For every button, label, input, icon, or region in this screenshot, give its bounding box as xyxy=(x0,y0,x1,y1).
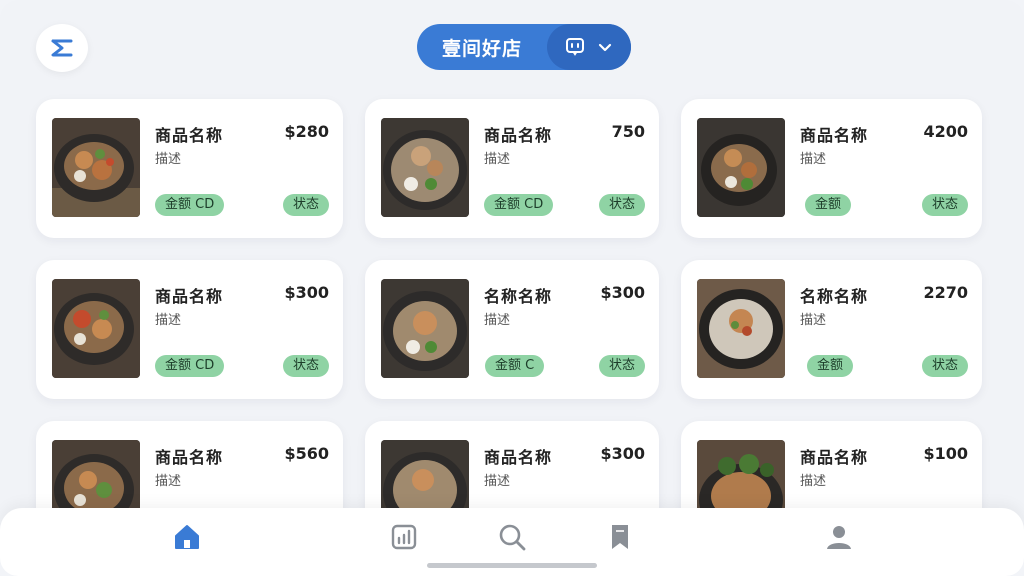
chart-icon xyxy=(391,524,417,550)
nav-home[interactable] xyxy=(172,522,202,552)
menu-icon xyxy=(51,39,73,57)
status-badge[interactable]: 状态 xyxy=(282,194,329,216)
amount-badge: 金额 xyxy=(805,194,852,216)
product-price: $560 xyxy=(284,444,329,463)
product-card[interactable]: 商品名称 $300 描述 金额 CD 状态 xyxy=(36,260,343,399)
product-image xyxy=(52,279,140,378)
product-image xyxy=(381,279,469,378)
nav-chart[interactable] xyxy=(389,522,419,552)
status-badge[interactable]: 状态 xyxy=(598,355,645,377)
product-image xyxy=(381,118,469,217)
nav-search[interactable] xyxy=(497,522,527,552)
status-badge[interactable]: 状态 xyxy=(921,194,968,216)
product-name: 商品名称 xyxy=(155,126,224,145)
product-description: 描述 xyxy=(155,474,182,489)
search-icon xyxy=(499,524,526,551)
product-description: 描述 xyxy=(800,474,827,489)
bookmark-icon xyxy=(612,525,628,549)
profile-icon xyxy=(827,526,851,549)
amount-badge: 金额 CD xyxy=(484,194,554,216)
product-description: 描述 xyxy=(800,152,827,167)
product-card[interactable]: 商品名称 750 描述 金额 CD 状态 xyxy=(365,99,659,238)
home-indicator[interactable] xyxy=(427,563,597,568)
chat-icon xyxy=(566,38,584,56)
product-price: $300 xyxy=(600,283,645,302)
product-card[interactable]: 名称名称 2270 描述 金额 状态 xyxy=(681,260,982,399)
product-price: $100 xyxy=(923,444,968,463)
product-description: 描述 xyxy=(484,313,511,328)
amount-badge: 金额 C xyxy=(485,355,545,377)
product-description: 描述 xyxy=(484,152,511,167)
status-badge[interactable]: 状态 xyxy=(921,355,968,377)
product-grid: 商品名称 $280 描述 金额 CD 状态 商品名称 750 描述 金额 CD … xyxy=(36,99,982,560)
product-price: $300 xyxy=(600,444,645,463)
product-price: $280 xyxy=(284,122,329,141)
product-card[interactable]: 商品名称 $280 描述 金额 CD 状态 xyxy=(36,99,343,238)
product-description: 描述 xyxy=(155,152,182,167)
product-image xyxy=(52,118,140,217)
chevron-down-icon xyxy=(598,43,612,52)
product-image xyxy=(697,279,785,378)
product-name: 商品名称 xyxy=(484,448,553,467)
product-price: $300 xyxy=(284,283,329,302)
store-selector[interactable]: 壹间好店 xyxy=(417,24,631,70)
status-badge[interactable]: 状态 xyxy=(282,355,329,377)
product-name: 商品名称 xyxy=(484,126,553,145)
product-name: 商品名称 xyxy=(155,448,224,467)
product-card[interactable]: 名称名称 $300 描述 金额 C 状态 xyxy=(365,260,659,399)
nav-profile[interactable] xyxy=(824,522,854,552)
home-icon xyxy=(175,525,199,549)
store-dropdown-toggle[interactable] xyxy=(547,24,631,70)
product-description: 描述 xyxy=(484,474,511,489)
product-price: 750 xyxy=(611,122,645,141)
product-name: 商品名称 xyxy=(155,287,224,306)
status-badge[interactable]: 状态 xyxy=(598,194,645,216)
menu-button[interactable] xyxy=(36,24,88,72)
app-screen: 壹间好店 商品名称 $280 描述 金额 CD 状态 商品名称 750 描述 金… xyxy=(0,0,1024,576)
product-card[interactable]: 商品名称 4200 描述 金额 状态 xyxy=(681,99,982,238)
product-description: 描述 xyxy=(155,313,182,328)
product-image xyxy=(697,118,785,217)
product-price: 4200 xyxy=(923,122,968,141)
product-description: 描述 xyxy=(800,313,827,328)
product-name: 名称名称 xyxy=(484,287,553,306)
product-name: 商品名称 xyxy=(800,448,869,467)
nav-bookmark[interactable] xyxy=(605,522,635,552)
product-name: 商品名称 xyxy=(800,126,869,145)
product-price: 2270 xyxy=(923,283,968,302)
amount-badge: 金额 CD xyxy=(155,194,225,216)
product-name: 名称名称 xyxy=(800,287,869,306)
amount-badge: 金额 xyxy=(807,355,854,377)
amount-badge: 金额 CD xyxy=(155,355,225,377)
store-name: 壹间好店 xyxy=(441,37,522,60)
